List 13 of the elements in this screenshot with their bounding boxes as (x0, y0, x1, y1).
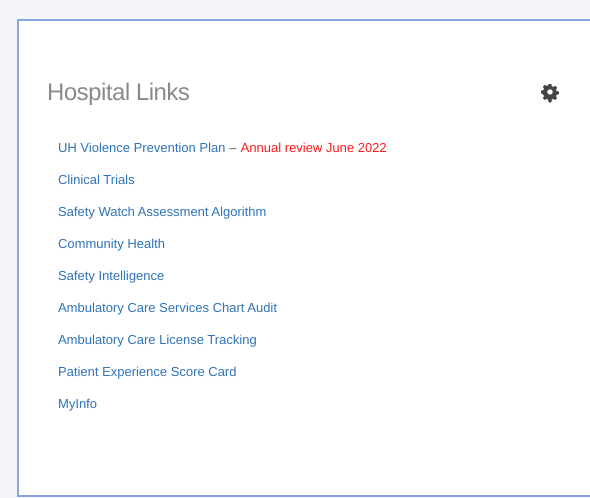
panel-title: Hospital Links (47, 79, 190, 107)
link[interactable]: Safety Watch Assessment Algorithm (58, 203, 266, 221)
note-text: Annual review June 2022 (240, 139, 387, 157)
link[interactable]: Ambulatory Care License Tracking (58, 331, 257, 349)
link[interactable]: Community Health (58, 235, 165, 253)
link[interactable]: Safety Intelligence (58, 267, 164, 285)
link[interactable]: UH Violence Prevention Plan (58, 139, 226, 157)
settings-icon[interactable] (541, 83, 559, 103)
separator: – (229, 139, 237, 157)
link[interactable]: Ambulatory Care Services Chart Audit (58, 299, 277, 317)
link[interactable]: MyInfo (58, 395, 98, 413)
link[interactable]: Patient Experience Score Card (58, 363, 236, 381)
link[interactable]: Clinical Trials (58, 171, 135, 189)
